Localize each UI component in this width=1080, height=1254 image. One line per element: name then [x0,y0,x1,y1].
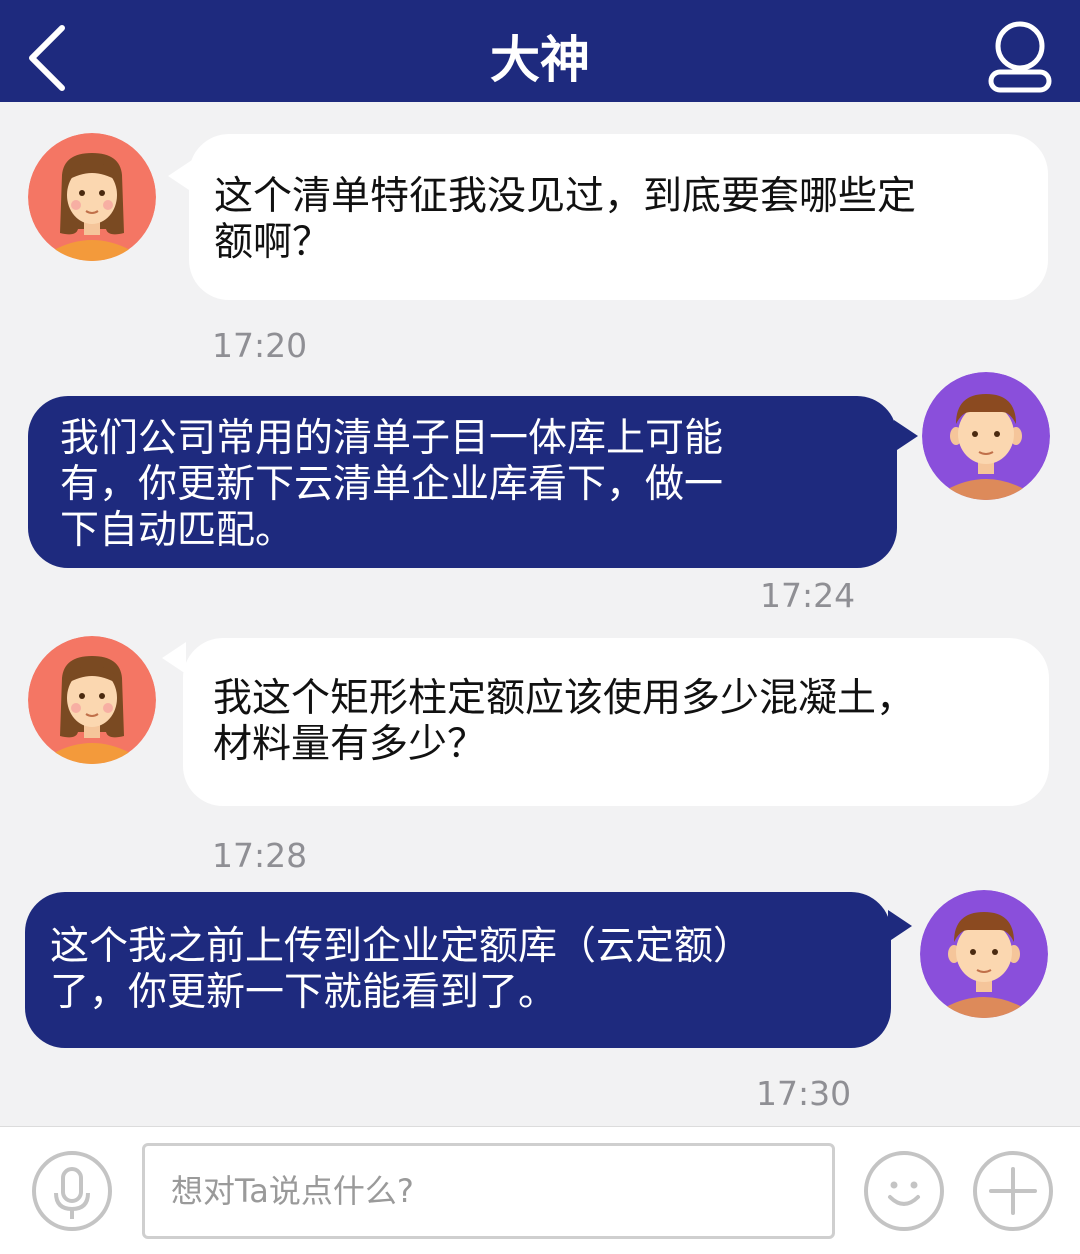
composer-bar [0,1126,1080,1254]
voice-button[interactable] [32,1151,112,1231]
message-input[interactable] [145,1146,832,1236]
top-bar: 大神 [0,0,1080,102]
message-bubble-incoming[interactable]: 这个清单特征我没见过，到底要套哪些定 额啊？ [189,134,1048,300]
bubble-tail [888,910,912,942]
message-text: 这个清单特征我没见过，到底要套哪些定 额啊？ [214,174,917,265]
message-text: 我们公司常用的清单子目一体库上可能 有，你更新下云清单企业库看下，做一 下自动匹… [60,416,724,553]
message-time: 17:20 [212,326,308,365]
message-bubble-outgoing[interactable]: 这个我之前上传到企业定额库（云定额） 了，你更新一下就能看到了。 [25,892,891,1048]
male-avatar-icon [920,890,1048,1018]
female-avatar-icon [28,636,156,764]
message-input-box[interactable] [142,1143,835,1239]
microphone-icon [54,1167,90,1219]
message-text: 这个我之前上传到企业定额库（云定额） 了，你更新一下就能看到了。 [50,924,753,1015]
chevron-left-icon [29,25,65,91]
my-avatar[interactable] [922,372,1050,500]
message-time: 17:30 [756,1074,852,1113]
female-avatar-icon [28,133,156,261]
page-title: 大神 [490,31,590,89]
profile-button[interactable] [985,20,1055,96]
smiley-icon [888,1181,920,1206]
message-time: 17:24 [760,576,856,615]
bubble-tail [894,420,918,452]
message-time: 17:28 [212,836,308,875]
message-bubble-outgoing[interactable]: 我们公司常用的清单子目一体库上可能 有，你更新下云清单企业库看下，做一 下自动匹… [28,396,897,568]
message-text: 我这个矩形柱定额应该使用多少混凝土， 材料量有多少？ [213,676,916,767]
male-avatar-icon [922,372,1050,500]
back-button[interactable] [18,22,78,92]
more-button[interactable] [973,1151,1053,1231]
contact-avatar[interactable] [28,133,156,261]
contact-avatar[interactable] [28,636,156,764]
my-avatar[interactable] [920,890,1048,1018]
user-icon [988,21,1052,93]
emoji-button[interactable] [864,1151,944,1231]
plus-icon [989,1167,1037,1215]
message-bubble-incoming[interactable]: 我这个矩形柱定额应该使用多少混凝土， 材料量有多少？ [183,638,1049,806]
bubble-tail [162,642,186,674]
